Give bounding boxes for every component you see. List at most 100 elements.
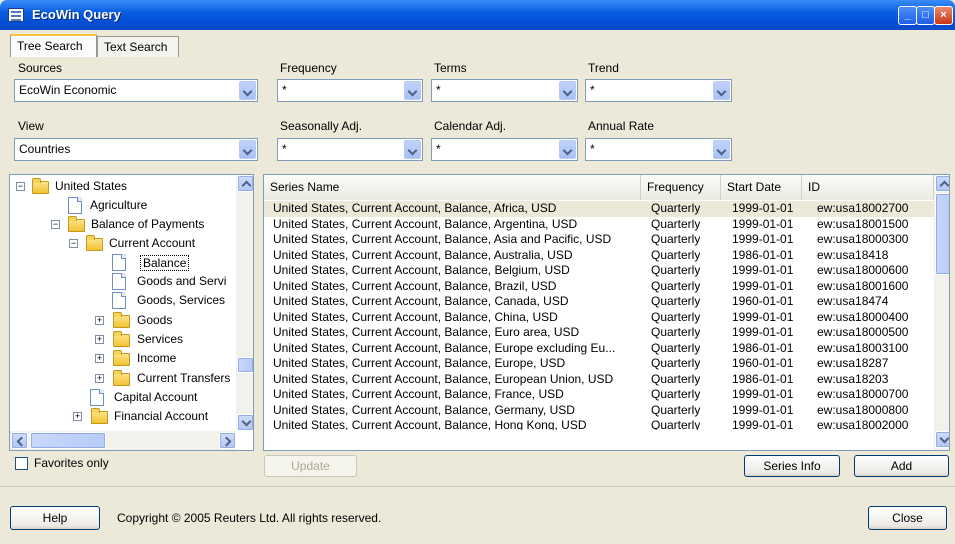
chevron-down-icon[interactable] bbox=[404, 140, 421, 159]
column-header-start-date[interactable]: Start Date bbox=[721, 175, 802, 200]
tree-item-goods[interactable]: + Goods bbox=[10, 311, 236, 330]
tree-item-financial-account[interactable]: + Financial Account bbox=[10, 407, 236, 426]
scroll-up-icon[interactable] bbox=[935, 175, 949, 192]
collapse-icon[interactable]: − bbox=[51, 220, 60, 229]
tab-tree-search[interactable]: Tree Search bbox=[10, 34, 97, 57]
help-button[interactable]: Help bbox=[10, 506, 100, 530]
scroll-right-icon[interactable] bbox=[219, 432, 236, 449]
collapse-icon[interactable]: − bbox=[69, 239, 78, 248]
calendar-adj-select[interactable]: * bbox=[431, 138, 578, 161]
table-vertical-scrollbar[interactable] bbox=[934, 175, 949, 450]
category-tree[interactable]: − United States Agriculture − Balance of… bbox=[9, 174, 254, 451]
chevron-down-icon[interactable] bbox=[713, 140, 730, 159]
document-icon bbox=[112, 254, 126, 271]
table-row[interactable]: United States, Current Account, Balance,… bbox=[264, 372, 934, 388]
table-row[interactable]: United States, Current Account, Balance,… bbox=[264, 248, 934, 264]
seasonally-adj-select[interactable]: * bbox=[277, 138, 423, 161]
trend-select[interactable]: * bbox=[585, 79, 732, 102]
tree-item-capital-account[interactable]: Capital Account bbox=[10, 388, 236, 407]
table-row[interactable]: United States, Current Account, Balance,… bbox=[264, 325, 934, 341]
sources-label: Sources bbox=[18, 61, 63, 75]
window-title: EcoWin Query bbox=[32, 7, 121, 22]
collapse-icon[interactable]: − bbox=[16, 182, 25, 191]
table-row[interactable]: United States, Current Account, Balance,… bbox=[264, 263, 934, 279]
tree-item-current-account[interactable]: − Current Account bbox=[10, 234, 236, 253]
close-icon[interactable]: × bbox=[934, 6, 953, 25]
close-button[interactable]: Close bbox=[868, 506, 947, 530]
frequency-select[interactable]: * bbox=[277, 79, 423, 102]
tree-item-label: Balance bbox=[140, 255, 190, 271]
tree-vertical-scrollbar[interactable] bbox=[236, 175, 253, 431]
expand-icon[interactable]: + bbox=[95, 335, 104, 344]
tree-item-goods-and-services[interactable]: Goods and Servi bbox=[10, 272, 236, 291]
table-row[interactable]: United States, Current Account, Balance,… bbox=[264, 341, 934, 357]
view-select[interactable]: Countries bbox=[14, 138, 258, 161]
annual-rate-select[interactable]: * bbox=[585, 138, 732, 161]
tree-item-balance-of-payments[interactable]: − Balance of Payments bbox=[10, 215, 236, 234]
expand-icon[interactable]: + bbox=[95, 354, 104, 363]
table-row[interactable]: United States, Current Account, Balance,… bbox=[264, 403, 934, 419]
chevron-down-icon[interactable] bbox=[404, 81, 421, 100]
scroll-left-icon[interactable] bbox=[11, 432, 28, 449]
chevron-down-icon[interactable] bbox=[559, 81, 576, 100]
column-header-id[interactable]: ID bbox=[802, 175, 934, 200]
title-bar[interactable]: EcoWin Query _ □ × bbox=[0, 0, 955, 30]
scroll-down-icon[interactable] bbox=[237, 414, 253, 431]
table-row[interactable]: United States, Current Account, Balance,… bbox=[264, 418, 934, 430]
column-header-frequency[interactable]: Frequency bbox=[641, 175, 721, 200]
cell-series-name: United States, Current Account, Balance,… bbox=[273, 356, 566, 370]
cell-id: ew:usa18000700 bbox=[817, 387, 909, 401]
chevron-down-icon[interactable] bbox=[713, 81, 730, 100]
table-row[interactable]: United States, Current Account, Balance,… bbox=[264, 294, 934, 310]
sources-select[interactable]: EcoWin Economic bbox=[14, 79, 258, 102]
scroll-thumb[interactable] bbox=[30, 432, 106, 449]
tree-item-services[interactable]: + Services bbox=[10, 330, 236, 349]
scroll-up-icon[interactable] bbox=[237, 175, 253, 192]
table-row[interactable]: United States, Current Account, Balance,… bbox=[264, 232, 934, 248]
cell-start-date: 1999-01-01 bbox=[732, 232, 794, 246]
minimize-icon[interactable]: _ bbox=[898, 6, 917, 25]
series-info-button[interactable]: Series Info bbox=[744, 455, 840, 477]
cell-series-name: United States, Current Account, Balance,… bbox=[273, 247, 573, 262]
scroll-down-icon[interactable] bbox=[935, 431, 949, 448]
terms-label: Terms bbox=[434, 61, 467, 75]
scroll-thumb[interactable] bbox=[935, 193, 949, 275]
table-row[interactable]: United States, Current Account, Balance,… bbox=[264, 310, 934, 326]
maximize-icon[interactable]: □ bbox=[916, 6, 935, 25]
cell-series-name: United States, Current Account, Balance,… bbox=[273, 387, 564, 401]
annual-rate-label: Annual Rate bbox=[588, 119, 655, 133]
tree-item-goods-services[interactable]: Goods, Services bbox=[10, 291, 236, 310]
table-row[interactable]: United States, Current Account, Balance,… bbox=[264, 356, 934, 372]
cell-start-date: 1986-01-01 bbox=[732, 340, 794, 355]
table-row[interactable]: United States, Current Account, Balance,… bbox=[264, 201, 934, 217]
series-table[interactable]: Series Name Frequency Start Date ID Unit… bbox=[263, 174, 950, 451]
table-row[interactable]: United States, Current Account, Balance,… bbox=[264, 387, 934, 403]
cell-series-name: United States, Current Account, Balance,… bbox=[273, 402, 575, 417]
folder-open-icon bbox=[86, 235, 103, 251]
expand-icon[interactable]: + bbox=[73, 412, 82, 421]
tree-item-agriculture[interactable]: Agriculture bbox=[10, 196, 236, 215]
terms-select[interactable]: * bbox=[431, 79, 578, 102]
expand-icon[interactable]: + bbox=[95, 374, 104, 383]
favorites-only-checkbox[interactable] bbox=[15, 457, 28, 470]
tree-item-label: Services bbox=[137, 332, 184, 346]
column-header-series-name[interactable]: Series Name bbox=[264, 175, 641, 200]
expand-icon[interactable]: + bbox=[95, 316, 104, 325]
cell-series-name: United States, Current Account, Balance,… bbox=[273, 201, 557, 215]
cell-start-date: 1999-01-01 bbox=[732, 387, 794, 401]
chevron-down-icon[interactable] bbox=[559, 140, 576, 159]
tree-horizontal-scrollbar[interactable] bbox=[10, 431, 236, 450]
scroll-thumb[interactable] bbox=[237, 357, 253, 373]
add-button[interactable]: Add bbox=[854, 455, 949, 477]
table-row[interactable]: United States, Current Account, Balance,… bbox=[264, 217, 934, 233]
cell-frequency: Quarterly bbox=[651, 371, 701, 386]
tree-item-balance[interactable]: Balance bbox=[10, 253, 236, 272]
tab-text-search[interactable]: Text Search bbox=[97, 36, 179, 57]
tree-item-income[interactable]: + Income bbox=[10, 349, 236, 368]
table-row[interactable]: United States, Current Account, Balance,… bbox=[264, 279, 934, 295]
chevron-down-icon[interactable] bbox=[239, 81, 256, 100]
update-button[interactable]: Update bbox=[264, 455, 357, 477]
tree-item-united-states[interactable]: − United States bbox=[10, 177, 236, 196]
tree-item-current-transfers[interactable]: + Current Transfers bbox=[10, 369, 236, 388]
chevron-down-icon[interactable] bbox=[239, 140, 256, 159]
